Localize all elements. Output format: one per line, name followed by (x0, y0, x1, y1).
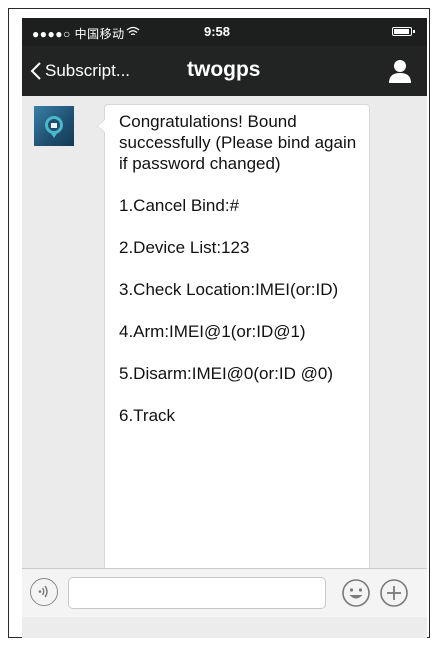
chat-title: twogps (187, 58, 261, 81)
carrier-label: ●●●●○ 中国移动 (32, 27, 125, 41)
phone-screen: ●●●●○ 中国移动 9:58 Subscript... twogps Cong… (22, 18, 427, 638)
message-line: 2.Device List:123 (119, 238, 250, 257)
message-line: 4.Arm:IMEI@1(or:ID@1) (119, 322, 306, 341)
back-label: Subscript... (45, 61, 131, 80)
nav-bar: Subscript... twogps (22, 46, 427, 96)
wifi-icon (126, 26, 140, 36)
plus-icon (380, 579, 408, 607)
chat-area[interactable]: Congratulations! Bound successfully (Ple… (22, 96, 427, 568)
message-line: 6.Track (119, 406, 176, 425)
status-bar: ●●●●○ 中国移动 9:58 (22, 18, 427, 46)
emoji-icon (342, 579, 370, 607)
message-bubble[interactable]: Congratulations! Bound successfully (Ple… (97, 104, 370, 568)
person-icon (389, 60, 411, 83)
battery-icon (392, 27, 415, 36)
profile-button[interactable] (387, 58, 413, 84)
voice-icon (38, 585, 48, 598)
location-pin-icon (45, 116, 63, 138)
back-button[interactable]: Subscript... (30, 58, 130, 84)
message-line: 1.Cancel Bind:# (119, 196, 240, 215)
message-line: Congratulations! Bound successfully (Ple… (119, 112, 357, 173)
message-line: 3.Check Location:IMEI(or:ID) (119, 280, 339, 299)
input-bar (22, 568, 427, 617)
voice-button[interactable] (30, 578, 58, 606)
chevron-left-icon (30, 62, 41, 80)
message-input[interactable] (68, 577, 326, 609)
emoji-button[interactable] (341, 578, 371, 608)
message-line: 5.Disarm:IMEI@0(or:ID @0) (119, 364, 333, 383)
plus-button[interactable] (379, 578, 409, 608)
status-time: 9:58 (204, 24, 231, 39)
sender-avatar[interactable] (34, 106, 74, 146)
